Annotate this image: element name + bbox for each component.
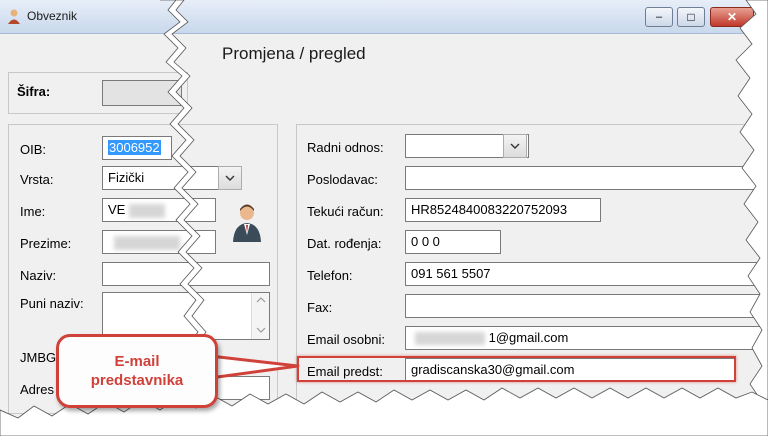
callout-pointer <box>210 354 300 380</box>
callout-line-1: E-mail <box>114 353 160 370</box>
callout-line-2: predstavnika <box>90 372 184 389</box>
email-predstavnika-callout: E-mail predstavnika <box>56 334 218 408</box>
